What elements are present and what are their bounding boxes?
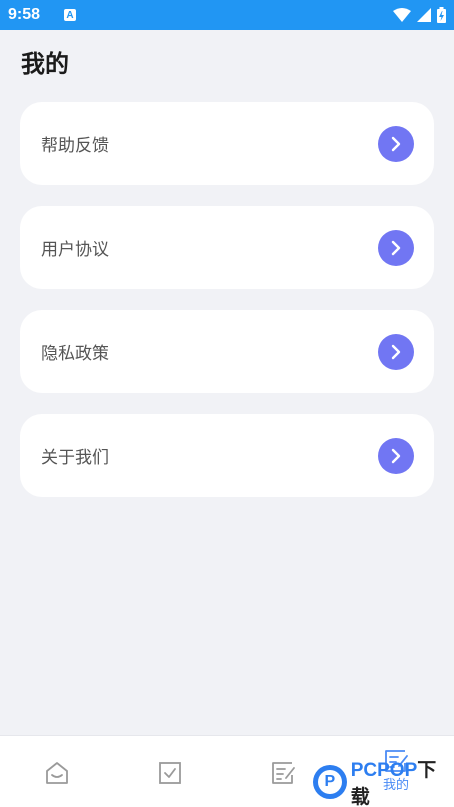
menu-item-label: 用户协议 [41,240,109,260]
chevron-right-icon[interactable] [378,437,414,474]
checkbox-icon [159,762,181,784]
battery-icon [437,7,446,23]
home-icon [46,762,68,784]
status-icons [393,7,446,23]
chevron-right-icon[interactable] [378,333,414,370]
pcpop-logo-icon: P [313,765,347,799]
chevron-right-icon[interactable] [378,229,414,266]
tab-tasks[interactable] [130,736,210,807]
menu-item-help-feedback[interactable]: 帮助反馈 [20,102,434,185]
menu-item-label: 隐私政策 [41,344,109,364]
chevron-right-icon[interactable] [378,125,414,162]
watermark-brand: PCPOP [350,760,418,781]
tab-notes[interactable] [243,736,323,807]
tab-home[interactable] [17,736,97,807]
menu-item-user-agreement[interactable]: 用户协议 [20,206,434,289]
status-time: 9:58 [8,6,41,23]
notification-icon: A [64,9,77,21]
menu-item-label: 帮助反馈 [41,136,109,156]
watermark-logo: P PCPOP下载 [313,759,454,807]
menu-item-about-us[interactable]: 关于我们 [20,414,434,497]
status-bar: 9:58 A [0,0,454,30]
menu-item-label: 关于我们 [41,448,109,468]
note-edit-icon [272,762,295,784]
wifi-icon [393,8,411,22]
page-title: 我的 [21,50,69,78]
menu-list: 帮助反馈 用户协议 隐私政策 关于我们 [20,102,434,518]
watermark-text: PCPOP下载 [351,755,454,807]
signal-icon [417,8,431,22]
menu-item-privacy-policy[interactable]: 隐私政策 [20,310,434,393]
